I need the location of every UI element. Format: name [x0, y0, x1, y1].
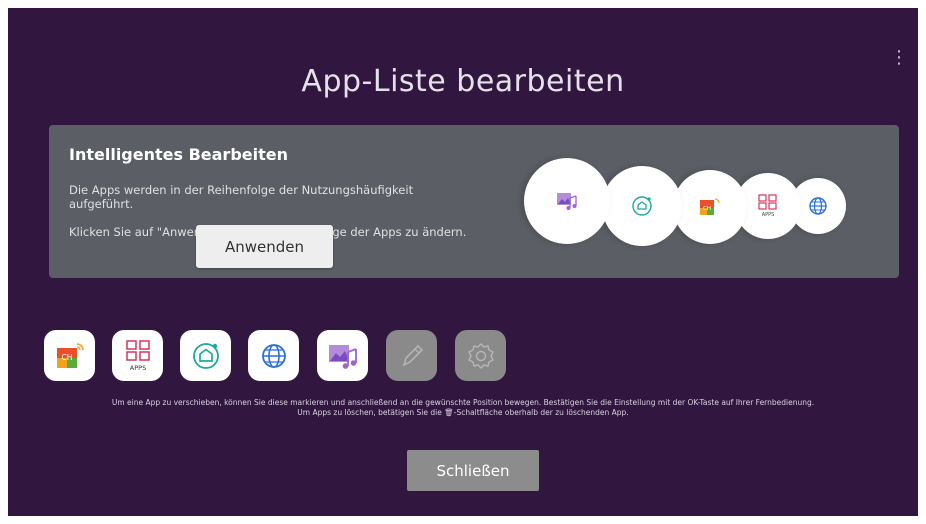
- app-tile-web-browser[interactable]: [248, 330, 299, 381]
- web-browser-icon: [809, 197, 827, 215]
- smart-edit-panel: Intelligentes Bearbeiten Die Apps werden…: [49, 125, 899, 278]
- ch-badge-label: CH: [61, 353, 72, 362]
- instruction-text: Um eine App zu verschieben, können Sie d…: [108, 398, 818, 418]
- page-title: App-Liste bearbeiten: [301, 64, 625, 99]
- app-tile-apps[interactable]: APPS: [112, 330, 163, 381]
- web-browser-icon: [261, 343, 286, 368]
- svg-text:APPS: APPS: [762, 212, 775, 218]
- apps-grid-icon: APPS: [758, 194, 777, 218]
- app-tile-settings[interactable]: [455, 330, 506, 381]
- apply-button[interactable]: Anwenden: [196, 225, 333, 268]
- preview-bubble-live-tv: CH: [673, 170, 747, 244]
- photo-music-icon: [328, 344, 357, 369]
- instruction-delete: Um Apps zu löschen, betätigen Sie die 🗑-…: [297, 408, 629, 417]
- app-list-editor-screen: ⋮ App-Liste bearbeiten Intelligentes Bea…: [8, 8, 918, 516]
- home-dashboard-icon: [192, 342, 219, 369]
- svg-text:CH: CH: [703, 206, 711, 212]
- smart-edit-heading: Intelligentes Bearbeiten: [69, 145, 288, 164]
- edit-pencil-icon: [402, 344, 423, 367]
- home-dashboard-icon: [632, 196, 652, 216]
- apps-grid-icon: APPS: [125, 339, 150, 372]
- close-button[interactable]: Schließen: [407, 450, 539, 491]
- apps-badge-label: APPS: [129, 364, 145, 372]
- app-tile-home[interactable]: [180, 330, 231, 381]
- live-tv-ch-icon: CH: [56, 342, 84, 368]
- app-tile-edit[interactable]: [386, 330, 437, 381]
- preview-bubble-home: [602, 166, 682, 246]
- live-tv-ch-icon: CH: [700, 198, 720, 215]
- preview-bubble-photo-music: [524, 158, 610, 244]
- smart-edit-description-line1: Die Apps werden in der Reihenfolge der N…: [69, 183, 414, 211]
- photo-music-icon: [557, 193, 577, 210]
- app-tile-live-tv[interactable]: CH: [44, 330, 95, 381]
- instruction-move: Um eine App zu verschieben, können Sie d…: [111, 398, 815, 407]
- app-tile-photo-music[interactable]: [317, 330, 368, 381]
- settings-gear-icon: [467, 342, 494, 369]
